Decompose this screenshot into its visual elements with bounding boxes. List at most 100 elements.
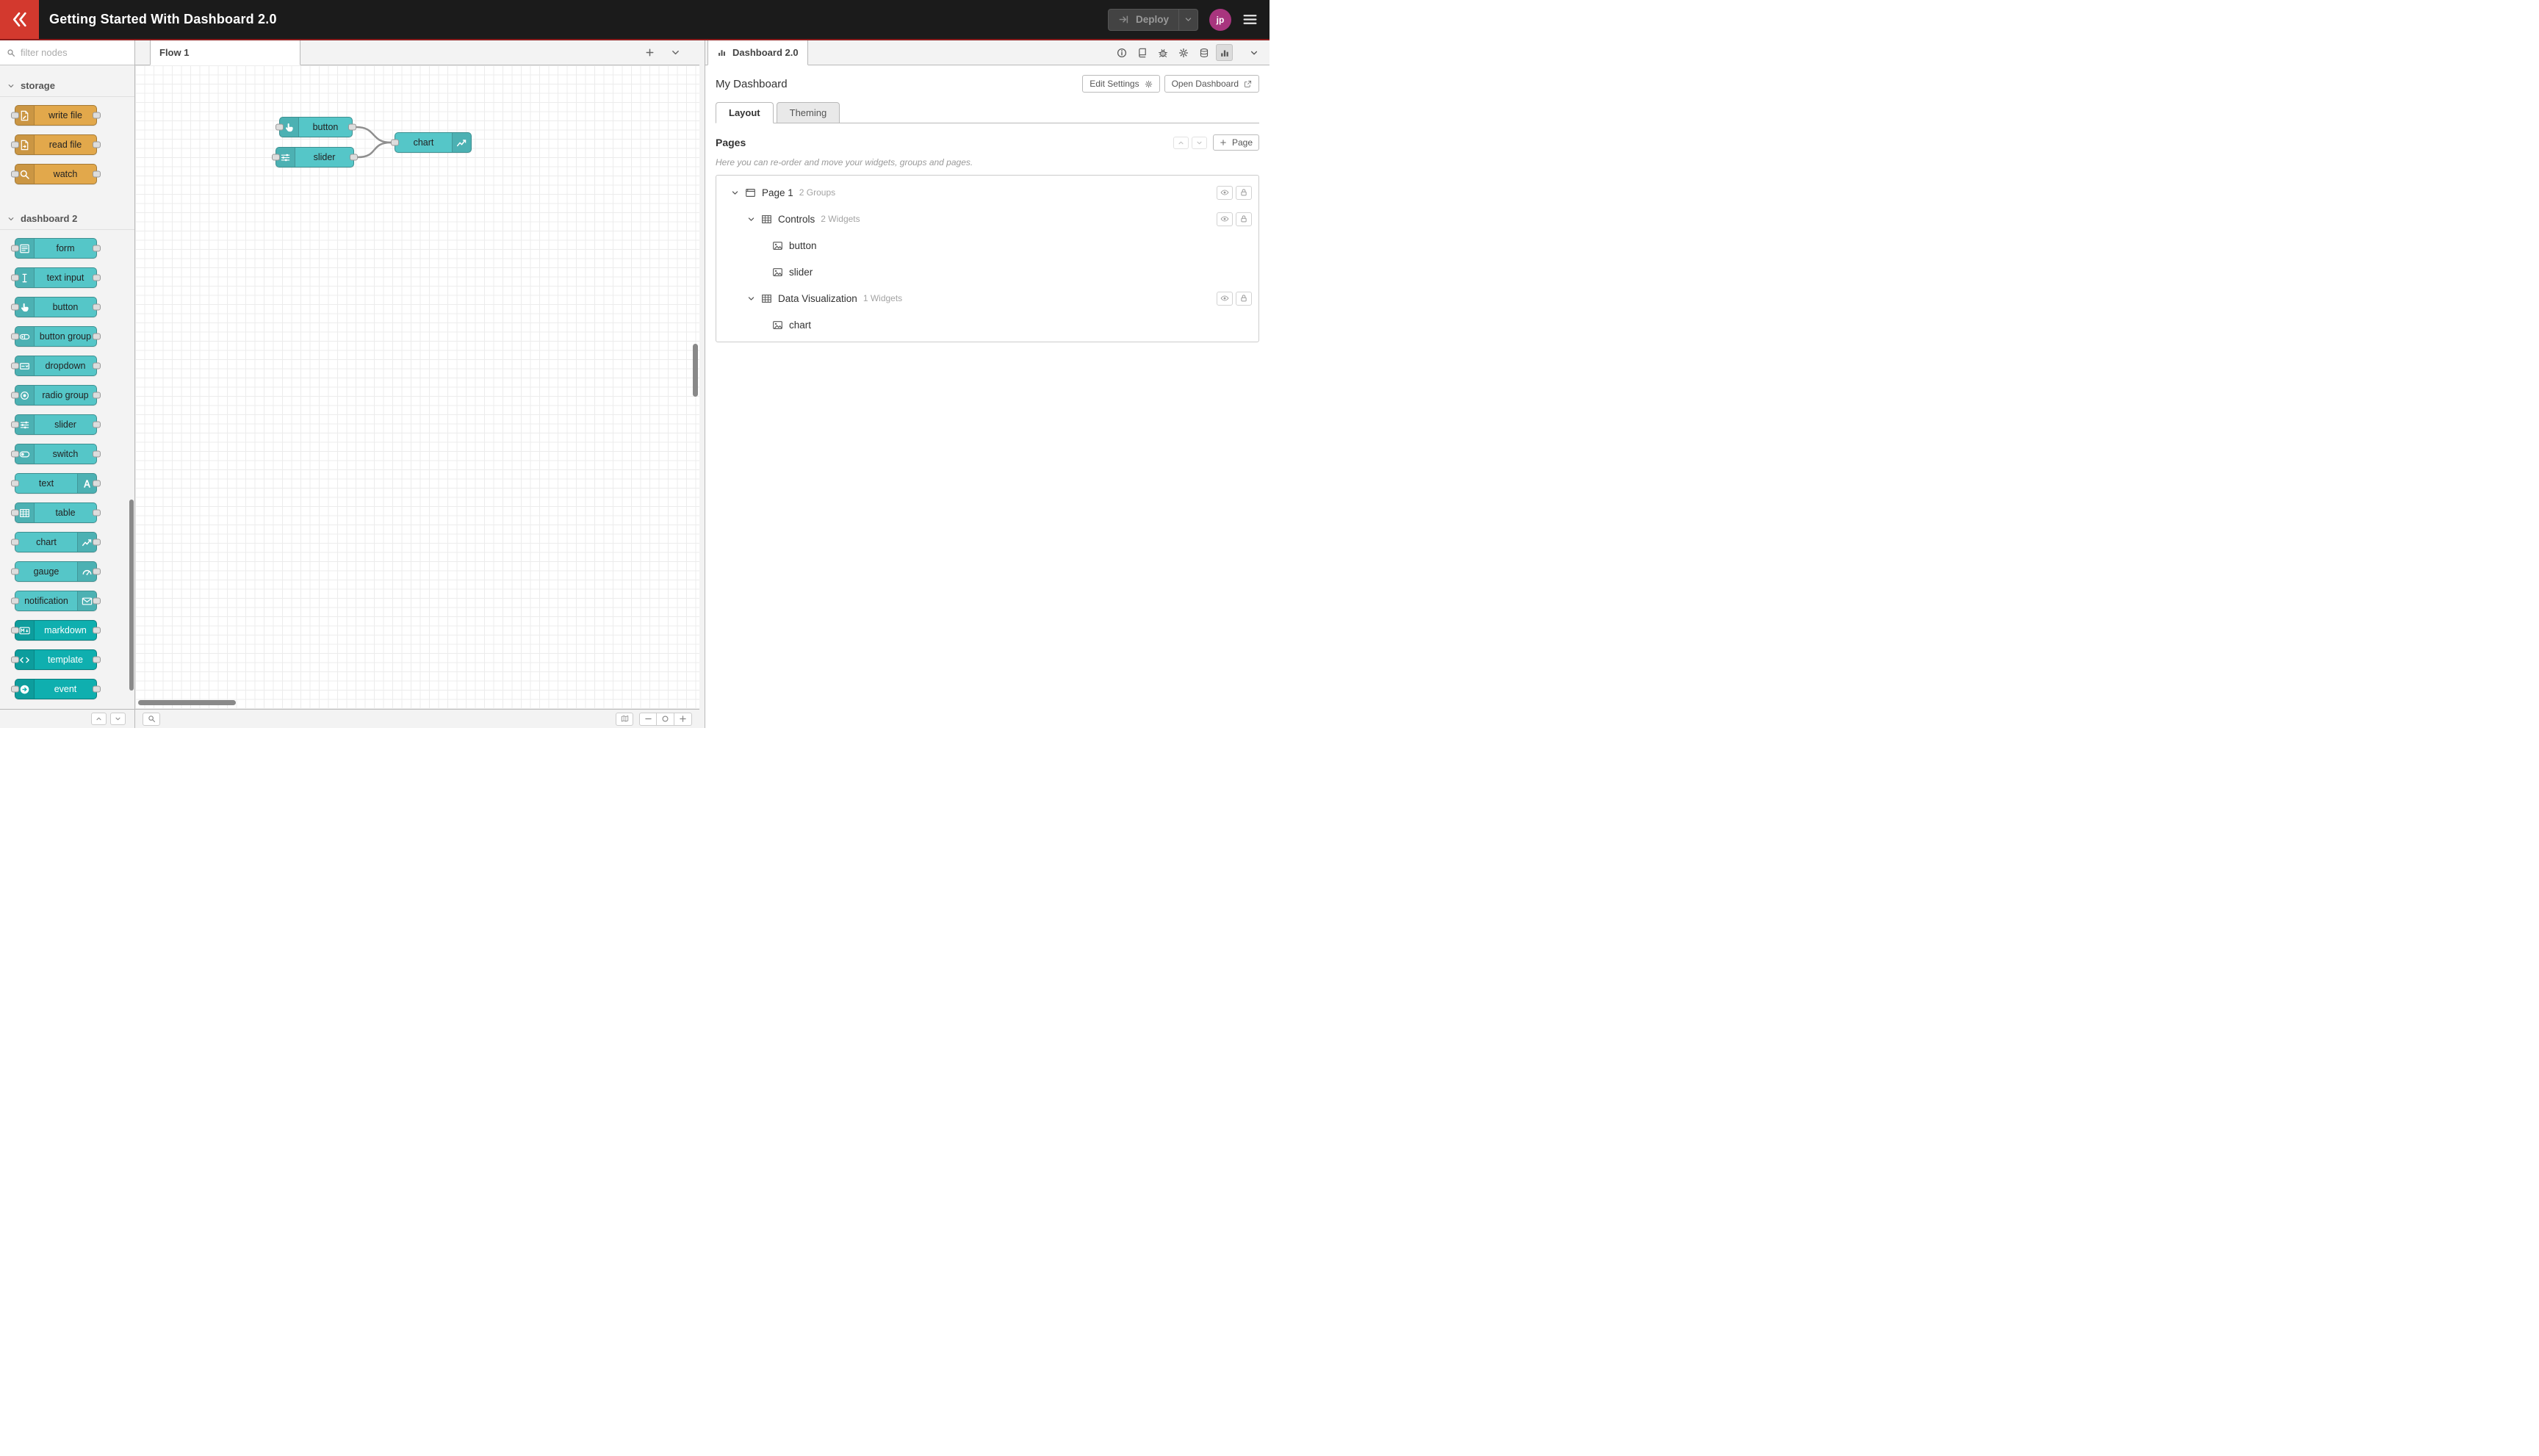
output-port[interactable] bbox=[93, 141, 101, 148]
input-port[interactable] bbox=[11, 685, 19, 693]
chevron-down-icon[interactable] bbox=[747, 295, 755, 303]
chevron-down-icon[interactable] bbox=[747, 215, 755, 223]
input-port[interactable] bbox=[11, 303, 19, 311]
avatar[interactable]: jp bbox=[1209, 8, 1231, 31]
palette-node-button-group[interactable]: button group bbox=[11, 326, 101, 347]
horizontal-scrollbar[interactable] bbox=[138, 700, 236, 705]
sidebar-tab-dashboard[interactable]: Dashboard 2.0 bbox=[707, 40, 808, 65]
palette-scroll-down-button[interactable] bbox=[110, 713, 126, 725]
config-button[interactable] bbox=[1175, 44, 1192, 61]
input-port[interactable] bbox=[11, 538, 19, 546]
input-port[interactable] bbox=[11, 568, 19, 575]
zoom-out-button[interactable] bbox=[639, 712, 657, 726]
output-port[interactable] bbox=[93, 333, 101, 340]
dashboard-button[interactable] bbox=[1216, 44, 1233, 61]
palette-node-button[interactable]: button bbox=[11, 297, 101, 317]
deploy-button[interactable]: Deploy bbox=[1107, 8, 1198, 31]
filter-nodes-input[interactable] bbox=[21, 47, 128, 58]
deploy-options-button[interactable] bbox=[1178, 9, 1198, 30]
output-port[interactable] bbox=[93, 480, 101, 487]
wire[interactable] bbox=[356, 126, 392, 144]
output-port[interactable] bbox=[93, 538, 101, 546]
palette-category-dashboard-2[interactable]: dashboard 2 bbox=[0, 208, 134, 230]
input-port[interactable] bbox=[11, 392, 19, 399]
flow-list-button[interactable] bbox=[671, 48, 680, 57]
input-port[interactable] bbox=[11, 509, 19, 516]
chevron-down-icon[interactable] bbox=[731, 189, 739, 197]
hamburger-menu-icon[interactable] bbox=[1242, 12, 1258, 27]
palette-node-template[interactable]: template bbox=[11, 649, 101, 670]
output-port[interactable] bbox=[93, 685, 101, 693]
tree-row-page-1[interactable]: Page 1 2 Groups bbox=[716, 179, 1258, 206]
palette-node-gauge[interactable]: gauge bbox=[11, 561, 101, 582]
help-button[interactable] bbox=[1134, 44, 1150, 61]
input-port[interactable] bbox=[11, 656, 19, 663]
tree-row-slider[interactable]: slider bbox=[716, 259, 1258, 285]
input-port[interactable] bbox=[11, 597, 19, 605]
output-port[interactable] bbox=[93, 274, 101, 281]
input-port[interactable] bbox=[11, 421, 19, 428]
flow-tab[interactable]: Flow 1 bbox=[150, 40, 300, 65]
zoom-reset-button[interactable] bbox=[657, 712, 674, 726]
input-port[interactable] bbox=[272, 154, 280, 161]
palette-node-watch[interactable]: watch bbox=[11, 164, 101, 184]
output-port[interactable] bbox=[350, 154, 358, 161]
lock-toggle-button[interactable] bbox=[1236, 212, 1252, 226]
navigator-toggle-button[interactable] bbox=[616, 712, 633, 726]
move-page-down-button[interactable] bbox=[1191, 136, 1207, 149]
input-port[interactable] bbox=[11, 141, 19, 148]
visibility-toggle-button[interactable] bbox=[1217, 291, 1233, 306]
output-port[interactable] bbox=[93, 450, 101, 458]
palette-node-radio-group[interactable]: radio group bbox=[11, 385, 101, 406]
palette-node-notification[interactable]: notification bbox=[11, 591, 101, 611]
palette-node-form[interactable]: form bbox=[11, 238, 101, 259]
output-port[interactable] bbox=[93, 509, 101, 516]
vertical-scrollbar[interactable] bbox=[693, 344, 698, 397]
sidebar-menu-button[interactable] bbox=[1245, 44, 1262, 61]
flow-canvas[interactable]: button slider chart bbox=[135, 65, 699, 709]
input-port[interactable] bbox=[11, 112, 19, 119]
palette-node-write-file[interactable]: write file bbox=[11, 105, 101, 126]
input-port[interactable] bbox=[11, 362, 19, 370]
output-port[interactable] bbox=[93, 392, 101, 399]
output-port[interactable] bbox=[93, 303, 101, 311]
input-port[interactable] bbox=[11, 450, 19, 458]
output-port[interactable] bbox=[93, 421, 101, 428]
open-dashboard-button[interactable]: Open Dashboard bbox=[1164, 75, 1259, 93]
tree-row-button[interactable]: button bbox=[716, 232, 1258, 259]
palette-node-markdown[interactable]: markdown bbox=[11, 620, 101, 641]
tree-row-controls[interactable]: Controls 2 Widgets bbox=[716, 206, 1258, 232]
visibility-toggle-button[interactable] bbox=[1217, 212, 1233, 226]
tree-row-chart[interactable]: chart bbox=[716, 311, 1258, 338]
visibility-toggle-button[interactable] bbox=[1217, 185, 1233, 200]
lock-toggle-button[interactable] bbox=[1236, 291, 1252, 306]
palette-category-storage[interactable]: storage bbox=[0, 75, 134, 97]
zoom-in-button[interactable] bbox=[674, 712, 692, 726]
palette-scroll-up-button[interactable] bbox=[91, 713, 107, 725]
palette-node-slider[interactable]: slider bbox=[11, 414, 101, 435]
tab-theming[interactable]: Theming bbox=[776, 102, 840, 123]
flow-node-chart[interactable]: chart bbox=[391, 132, 472, 153]
search-flows-button[interactable] bbox=[143, 712, 160, 726]
palette-node-text[interactable]: text bbox=[11, 473, 101, 494]
palette-node-event[interactable]: event bbox=[11, 679, 101, 699]
output-port[interactable] bbox=[93, 112, 101, 119]
flow-node-button[interactable]: button bbox=[275, 117, 356, 137]
move-page-up-button[interactable] bbox=[1173, 136, 1189, 149]
deploy-button-main[interactable]: Deploy bbox=[1109, 10, 1178, 30]
flow-node-slider[interactable]: slider bbox=[272, 147, 358, 167]
palette-node-read-file[interactable]: read file bbox=[11, 134, 101, 155]
output-port[interactable] bbox=[93, 597, 101, 605]
output-port[interactable] bbox=[93, 245, 101, 252]
output-port[interactable] bbox=[93, 362, 101, 370]
output-port[interactable] bbox=[93, 170, 101, 178]
palette-node-table[interactable]: table bbox=[11, 502, 101, 523]
lock-toggle-button[interactable] bbox=[1236, 185, 1252, 200]
input-port[interactable] bbox=[11, 333, 19, 340]
input-port[interactable] bbox=[391, 139, 399, 146]
debug-button[interactable] bbox=[1154, 44, 1171, 61]
palette-node-dropdown[interactable]: dropdown bbox=[11, 356, 101, 376]
input-port[interactable] bbox=[11, 245, 19, 252]
palette-node-chart[interactable]: chart bbox=[11, 532, 101, 552]
output-port[interactable] bbox=[93, 656, 101, 663]
